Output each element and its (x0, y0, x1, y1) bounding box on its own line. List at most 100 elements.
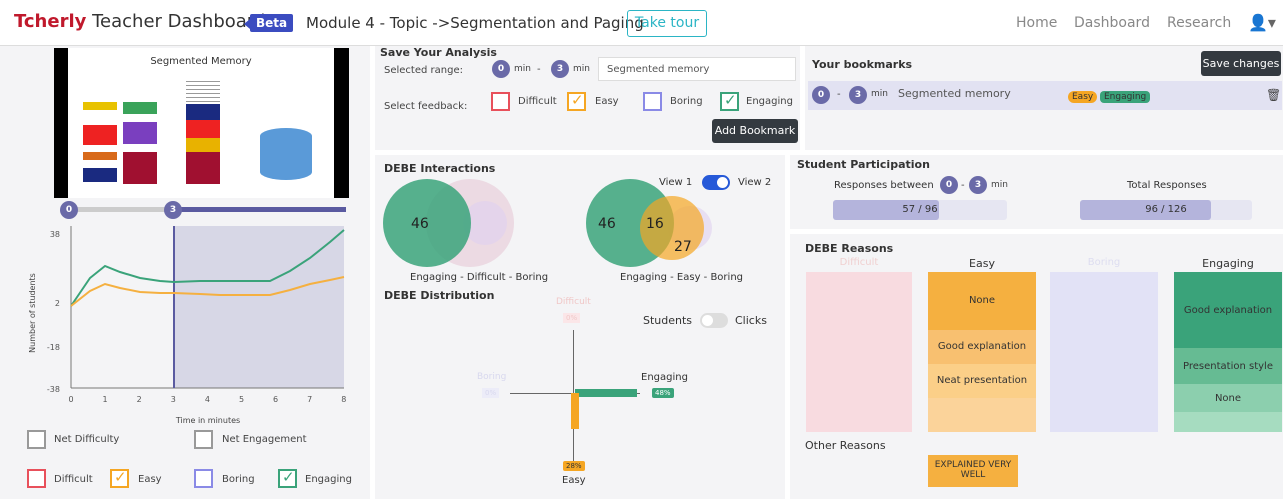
slide-block (123, 102, 157, 114)
boring-legend-checkbox[interactable] (194, 469, 213, 488)
range-label: Selected range: (384, 65, 463, 76)
module-title: Module 4 - Topic ->Segmentation and Pagi… (306, 14, 644, 32)
nav-home[interactable]: Home (1016, 15, 1057, 31)
easy-legend-label: Easy (138, 474, 162, 485)
top-navbar: Tcherly Teacher Dashboard Beta Module 4 … (0, 0, 1283, 46)
engaging-feedback-checkbox[interactable] (720, 91, 739, 111)
slider-position-handle[interactable]: 3 (164, 201, 182, 219)
total-responses-label: Total Responses (1127, 180, 1207, 191)
take-tour-button[interactable]: Take tour (627, 10, 707, 37)
brand-title[interactable]: Tcherly Teacher Dashboard (14, 11, 265, 32)
x-tick: 6 (273, 395, 278, 404)
video-slider-range (68, 207, 170, 212)
x-tick: 2 (137, 395, 142, 404)
y-axis-label: Number of students (28, 273, 37, 353)
participation-title: Student Participation (797, 158, 930, 171)
venn1-label: Engaging - Difficult - Boring (410, 272, 549, 283)
bookmark-from: 0 (812, 86, 830, 104)
add-bookmark-button[interactable]: Add Bookmark (712, 119, 798, 143)
difficult-col-header: Difficult (839, 257, 879, 268)
bookmarks-title: Your bookmarks (812, 58, 913, 71)
venn2-overlap-count: 16 (646, 216, 664, 232)
slide-block (123, 122, 157, 144)
difficult-legend-checkbox[interactable] (27, 469, 46, 488)
participation-from: 0 (940, 176, 958, 194)
slider-start-handle[interactable]: 0 (60, 201, 78, 219)
slide-block (186, 120, 220, 138)
net-difficulty-checkbox[interactable] (27, 430, 46, 449)
net-engagement-checkbox[interactable] (194, 430, 213, 449)
nav-research[interactable]: Research (1167, 15, 1231, 31)
trash-icon[interactable]: 🗑 (1266, 88, 1281, 102)
responses-bar: 57 / 96 (833, 200, 1007, 220)
difficult-dist-label: Difficult (556, 297, 591, 307)
save-changes-button[interactable]: Save changes (1201, 51, 1281, 76)
debe-reasons-title: DEBE Reasons (805, 242, 894, 255)
difficult-feedback-checkbox[interactable] (491, 92, 510, 111)
slide-block (186, 152, 220, 184)
user-menu-icon[interactable]: 👤▾ (1248, 13, 1276, 32)
bookmark-name-input[interactable]: Segmented memory (598, 57, 796, 81)
y-tick: 2 (55, 299, 60, 308)
engaging-reason-1: Good explanation (1183, 305, 1273, 316)
min-label: min (871, 89, 888, 99)
net-engagement-label: Net Engagement (222, 434, 307, 445)
nav-dashboard[interactable]: Dashboard (1074, 15, 1150, 31)
y-tick: -38 (47, 385, 60, 394)
easy-reason-2: Good explanation (937, 341, 1027, 352)
y-tick: -18 (47, 343, 60, 352)
participation-dash: - (961, 180, 965, 191)
slide-block (123, 152, 157, 184)
boring-feedback-checkbox[interactable] (643, 92, 662, 111)
clicks-toggle[interactable] (700, 313, 728, 328)
total-bar-text: 96 / 126 (1145, 204, 1187, 215)
easy-bar (571, 393, 579, 429)
easy-legend-checkbox[interactable] (110, 468, 129, 488)
boring-dist-label: Boring (477, 372, 507, 382)
venn2-engaging-count: 46 (598, 216, 616, 232)
boring-col-header: Boring (1087, 257, 1121, 268)
responses-bar-text: 57 / 96 (902, 204, 938, 215)
engaging-pct: 48% (652, 388, 674, 398)
slide-block (83, 152, 117, 160)
x-tick: 0 (68, 395, 73, 404)
engaging-legend-checkbox[interactable] (278, 468, 297, 488)
x-tick: 4 (205, 395, 210, 404)
engaging-reason-3: None (1214, 393, 1242, 404)
x-tick: 3 (171, 395, 176, 404)
x-tick: 8 (341, 395, 346, 404)
x-tick: 5 (239, 395, 244, 404)
easy-dist-label: Easy (562, 475, 586, 486)
range-from[interactable]: 0 (492, 60, 510, 78)
engaging-reasons-column (1174, 272, 1282, 432)
venn2-label: Engaging - Easy - Boring (620, 272, 744, 283)
easy-pct: 28% (563, 461, 585, 471)
bookmark-name[interactable]: Segmented memory (898, 87, 1011, 100)
min-label: min (991, 180, 1008, 190)
engaging-reason-2: Presentation style (1183, 361, 1273, 372)
slide-block (83, 168, 117, 182)
slide-block (186, 138, 220, 152)
range-to[interactable]: 3 (551, 60, 569, 78)
slide-block (83, 125, 117, 145)
easy-feedback-checkbox[interactable] (567, 91, 586, 111)
slide-block (83, 102, 117, 110)
toggle-knob (717, 177, 728, 188)
engaging-legend-label: Engaging (305, 474, 352, 485)
engaging-tag: Engaging (1100, 91, 1151, 103)
min-label: min (573, 64, 590, 74)
engagement-line-chart: 38 2 -18 -38 0 1 2 3 4 5 6 7 8 Number of student… (28, 226, 346, 425)
venn2-easy-count: 27 (674, 239, 692, 255)
video-frame[interactable]: Segmented Memory (54, 48, 349, 198)
y-tick: 38 (50, 230, 60, 239)
other-reasons-title: Other Reasons (805, 439, 886, 452)
venn1-engaging-count: 46 (411, 216, 429, 232)
bookmark-to: 3 (849, 86, 867, 104)
feedback-label: Select feedback: (384, 101, 468, 112)
easy-col-header: Easy (969, 257, 995, 270)
boring-legend-label: Boring (222, 474, 255, 485)
x-tick: 1 (103, 395, 108, 404)
view-toggle[interactable] (702, 175, 730, 190)
easy-feedback-label: Easy (595, 96, 619, 107)
easy-reason-3: Neat presentation (936, 375, 1028, 386)
